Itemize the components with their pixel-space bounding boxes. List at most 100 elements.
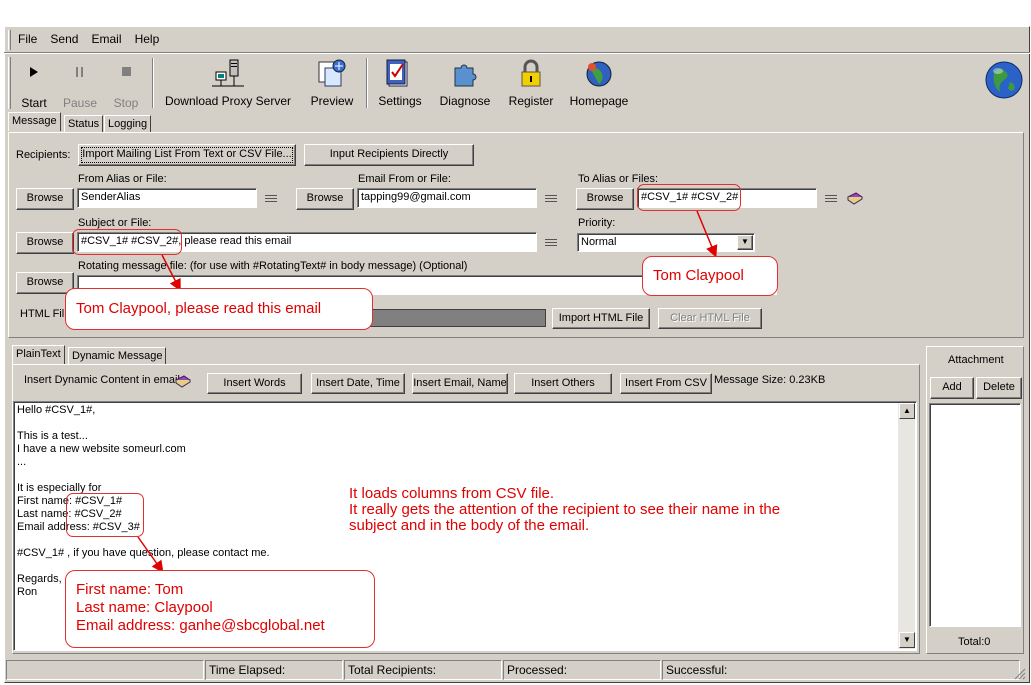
attachment-add-button[interactable]: Add <box>930 377 974 399</box>
status-time-elapsed: Time Elapsed: <box>205 660 343 680</box>
body-callout-line: Last name: Claypool <box>76 599 213 616</box>
from-alias-input[interactable]: SenderAlias <box>77 188 257 208</box>
play-icon <box>30 67 38 77</box>
menu-send[interactable]: Send <box>50 32 78 46</box>
to-list-icon[interactable] <box>824 193 838 205</box>
insert-date-time-button[interactable]: Insert Date, Time <box>311 373 405 394</box>
status-processed: Processed: <box>503 660 661 680</box>
csv-note-line: It loads columns from CSV file. <box>349 485 555 502</box>
email-from-label: Email From or File: <box>358 173 451 185</box>
email-from-browse-button[interactable]: Browse <box>296 188 354 210</box>
settings-checklist-icon <box>386 59 408 87</box>
message-line: Hello #CSV_1#, <box>17 404 96 416</box>
input-recipients-directly-button[interactable]: Input Recipients Directly <box>304 144 474 166</box>
attachment-delete-button[interactable]: Delete <box>976 377 1022 399</box>
server-network-icon <box>212 59 244 87</box>
email-from-input[interactable]: tapping99@gmail.com <box>357 188 537 208</box>
attachment-list[interactable] <box>929 403 1021 627</box>
insert-email-name-button[interactable]: Insert Email, Name <box>412 373 508 394</box>
html-file-label: HTML Fil <box>20 308 65 320</box>
attachment-total: Total:0 <box>958 636 991 648</box>
from-alias-label: From Alias or File: <box>78 173 167 185</box>
csv-note-line: subject and in the body of the email. <box>349 517 590 534</box>
html-file-field <box>370 309 546 327</box>
priority-select[interactable]: Normal <box>577 233 755 252</box>
scroll-up-icon[interactable]: ▲ <box>899 403 915 419</box>
menu-divider <box>4 52 1030 54</box>
resize-grip-icon[interactable] <box>1012 666 1026 680</box>
status-total-recipients: Total Recipients: <box>344 660 502 680</box>
book-icon[interactable] <box>174 374 192 388</box>
subject-callout: Tom Claypool, please read this email <box>65 288 373 330</box>
message-line: I have a new website someurl.com <box>17 443 186 455</box>
body-highlight-box <box>66 493 144 537</box>
rotating-browse-button[interactable]: Browse <box>16 272 74 294</box>
priority-label: Priority: <box>578 217 616 229</box>
body-callout-line: Email address: ganhe@sbcglobal.net <box>76 617 325 634</box>
subject-browse-button[interactable]: Browse <box>16 232 74 254</box>
clear-html-button[interactable]: Clear HTML File <box>658 308 762 329</box>
body-callout-line: First name: Tom <box>76 581 184 598</box>
csv-note: It loads columns from CSV file. It reall… <box>349 486 780 534</box>
status-cell-main <box>6 660 204 680</box>
register-button[interactable]: Register <box>504 58 558 108</box>
insert-words-button[interactable]: Insert Words <box>207 373 302 394</box>
scroll-down-icon[interactable]: ▼ <box>899 632 915 648</box>
to-browse-button[interactable]: Browse <box>576 188 634 210</box>
from-browse-button[interactable]: Browse <box>16 188 74 210</box>
rotating-label: Rotating message file: (for use with #Ro… <box>78 260 468 272</box>
to-highlight-box <box>637 184 741 211</box>
toolbar-grip <box>8 57 11 109</box>
menubar-grip <box>8 30 11 50</box>
preview-globe-icon <box>318 59 346 87</box>
csv-note-line: It really gets the attention of the reci… <box>349 501 781 518</box>
homepage-button[interactable]: Homepage <box>566 58 632 108</box>
toolbar-separator <box>152 58 154 108</box>
download-proxy-button[interactable]: Download Proxy Server <box>160 58 296 108</box>
diagnose-puzzle-icon <box>454 64 477 87</box>
toolbar-separator <box>366 58 368 108</box>
insert-dynamic-label: Insert Dynamic Content in email: <box>24 374 183 386</box>
stop-icon <box>122 67 131 76</box>
email-from-list-icon[interactable] <box>544 193 558 205</box>
import-mailing-list-button[interactable]: Import Mailing List From Text or CSV Fil… <box>78 144 296 166</box>
pause-button[interactable]: Pause <box>60 62 100 110</box>
message-size-label: Message Size: 0.23KB <box>714 374 826 386</box>
lock-icon <box>521 59 541 87</box>
homepage-globe-icon <box>586 61 612 87</box>
insert-others-button[interactable]: Insert Others <box>514 373 612 394</box>
start-button[interactable]: Start <box>16 62 52 110</box>
chevron-down-icon[interactable]: ▼ <box>737 235 753 250</box>
globe-logo-icon <box>985 61 1023 99</box>
menu-email[interactable]: Email <box>92 32 122 46</box>
stop-button[interactable]: Stop <box>108 62 144 110</box>
from-list-icon[interactable] <box>264 193 278 205</box>
preview-button[interactable]: Preview <box>306 58 358 108</box>
recipients-label: Recipients: <box>16 149 71 161</box>
pause-icon <box>76 67 83 77</box>
subject-list-icon[interactable] <box>544 237 558 249</box>
priority-value: Normal <box>581 236 617 248</box>
diagnose-button[interactable]: Diagnose <box>436 58 494 108</box>
import-html-button[interactable]: Import HTML File <box>552 308 650 329</box>
attachment-title: Attachment <box>948 354 1004 366</box>
menubar: File Send Email Help <box>18 32 169 52</box>
message-line: ... <box>17 456 27 468</box>
message-line: Ron <box>17 586 38 598</box>
tab-plaintext[interactable]: PlainText <box>12 345 65 364</box>
menu-file[interactable]: File <box>18 32 37 46</box>
status-successful: Successful: <box>662 660 1020 680</box>
tab-logging[interactable]: Logging <box>104 115 152 132</box>
vertical-scrollbar[interactable] <box>898 403 915 649</box>
message-line: This is a test... <box>17 430 88 442</box>
to-callout: Tom Claypool <box>642 256 778 296</box>
tab-message[interactable]: Message <box>8 112 61 131</box>
tab-status[interactable]: Status <box>64 115 104 132</box>
subject-highlight-box <box>72 229 182 255</box>
message-line: #CSV_1# , if you have question, please c… <box>17 547 270 559</box>
insert-from-csv-button[interactable]: Insert From CSV <box>620 373 712 394</box>
book-icon[interactable] <box>846 191 864 205</box>
menu-help[interactable]: Help <box>135 32 160 46</box>
tab-dynamic-message[interactable]: Dynamic Message <box>68 347 167 364</box>
settings-button[interactable]: Settings <box>374 58 426 108</box>
